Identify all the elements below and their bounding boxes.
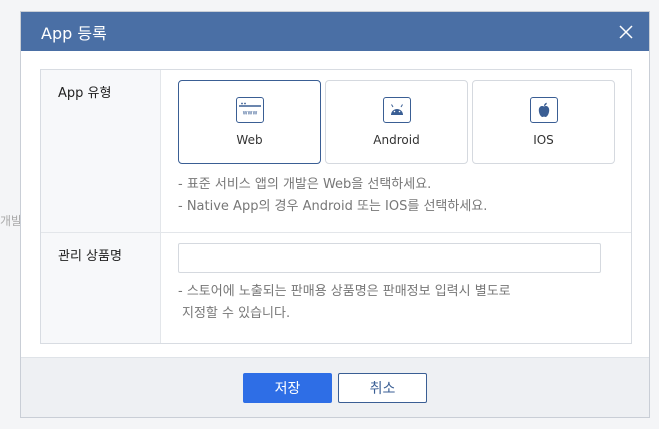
dialog-header: App 등록 (21, 12, 649, 51)
svg-text:www: www (242, 110, 257, 117)
app-type-web-label: Web (236, 133, 263, 147)
app-type-android-label: Android (373, 133, 420, 147)
product-name-help-line-1: - 스토어에 노출되는 판매용 상품명은 판매정보 입력시 별도로 (178, 284, 511, 299)
app-type-content: www Web Android IOS - 표준 서비스 앱의 개발은 Web을… (161, 70, 631, 232)
app-type-help: - 표준 서비스 앱의 개발은 Web을 선택하세요. - Native App… (178, 174, 631, 218)
app-type-row: App 유형 www Web Android IOS - 표준 서비스 앱의 개… (41, 70, 631, 232)
app-type-ios-option[interactable]: IOS (472, 80, 615, 164)
dialog-footer: 저장 취소 (21, 357, 649, 417)
app-type-android-option[interactable]: Android (325, 80, 468, 164)
close-icon[interactable] (615, 21, 637, 43)
browser-window-icon: www (235, 97, 264, 123)
app-type-help-line-1: - 표준 서비스 앱의 개발은 Web을 선택하세요. (178, 177, 432, 192)
app-type-label: App 유형 (41, 70, 161, 232)
product-name-input[interactable] (178, 243, 601, 273)
registration-form: App 유형 www Web Android IOS - 표준 서비스 앱의 개… (40, 69, 632, 344)
product-name-help: - 스토어에 노출되는 판매용 상품명은 판매정보 입력시 별도로 지정할 수 … (178, 281, 631, 325)
save-button[interactable]: 저장 (243, 372, 332, 403)
android-icon (382, 97, 411, 123)
app-type-options: www Web Android IOS (178, 80, 631, 164)
background-text-fragment: 개발자 (0, 214, 20, 228)
dialog-title: App 등록 (41, 23, 107, 43)
app-type-web-option[interactable]: www Web (178, 80, 321, 164)
product-name-help-line-2: 지정할 수 있습니다. (182, 306, 291, 321)
apple-icon (529, 97, 558, 123)
product-name-label: 관리 상품명 (41, 233, 161, 343)
product-name-row: 관리 상품명 - 스토어에 노출되는 판매용 상품명은 판매정보 입력시 별도로… (41, 232, 631, 343)
product-name-content: - 스토어에 노출되는 판매용 상품명은 판매정보 입력시 별도로 지정할 수 … (161, 233, 631, 343)
app-register-dialog: App 등록 App 유형 www Web Android IOS - 표준 서… (20, 11, 650, 418)
cancel-button[interactable]: 취소 (338, 372, 427, 403)
app-type-ios-label: IOS (533, 133, 554, 147)
app-type-help-line-2: - Native App의 경우 Android 또는 IOS를 선택하세요. (178, 199, 488, 214)
